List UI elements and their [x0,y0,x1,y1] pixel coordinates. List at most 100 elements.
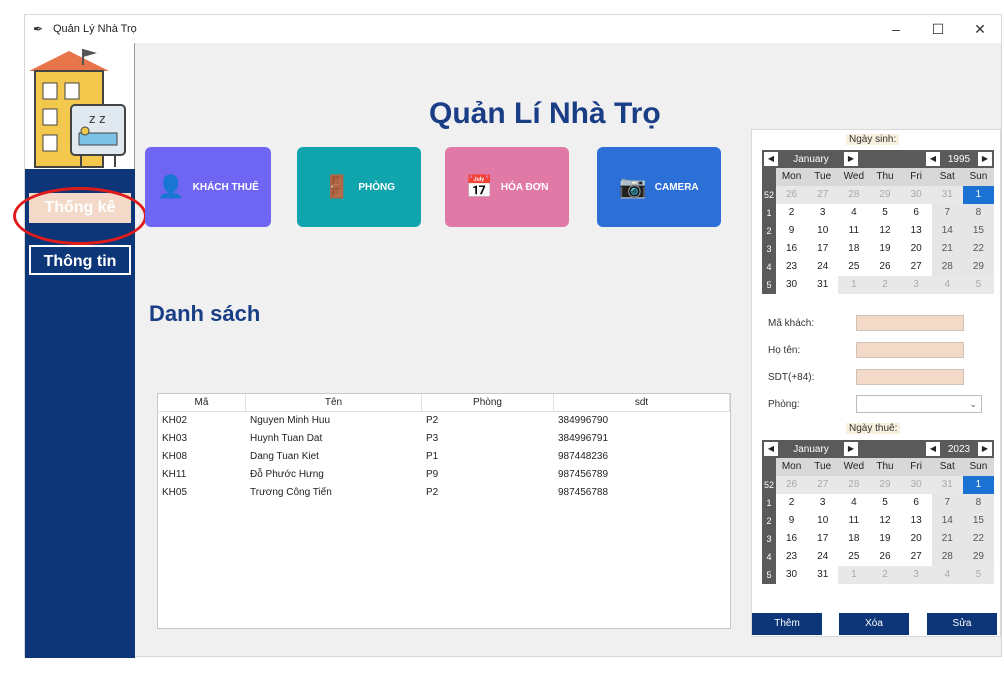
calendar-day[interactable]: 18 [838,240,870,258]
calendar-day[interactable]: 28 [931,548,963,566]
calendar-day[interactable]: 27 [807,186,839,204]
calendar-day[interactable]: 30 [900,186,932,204]
calendar-day[interactable]: 16 [776,240,808,258]
calendar-day[interactable]: 19 [869,240,901,258]
calendar-day[interactable]: 8 [962,494,994,512]
calendar-day[interactable]: 30 [776,276,808,294]
calendar-day[interactable]: 9 [776,512,808,530]
next-month-button[interactable]: ▶ [844,152,858,166]
calendar-day[interactable]: 4 [931,566,963,584]
guest-id-input[interactable] [856,315,964,331]
calendar-day[interactable]: 29 [962,258,994,276]
calendar-day[interactable]: 16 [776,530,808,548]
birth-date-calendar[interactable]: ◀ January ▶ ◀ 1995 ▶ Mon Tue Wed Thu Fri Sat S… [762,150,994,294]
calendar-day[interactable]: 29 [869,186,901,204]
calendar-day[interactable]: 28 [931,258,963,276]
calendar-day[interactable]: 20 [900,240,932,258]
close-button[interactable]: ✕ [959,15,1001,43]
calendar-day[interactable]: 2 [869,566,901,584]
calendar-day[interactable]: 18 [838,530,870,548]
minimize-button[interactable]: – [875,15,917,43]
calendar-day[interactable]: 2 [776,494,808,512]
calendar-day[interactable]: 29 [869,476,901,494]
info-button[interactable]: Thông tin [29,245,131,275]
calendar-day[interactable]: 17 [807,240,839,258]
calendar-day[interactable]: 31 [807,276,839,294]
add-button[interactable]: Thêm [752,613,822,635]
delete-button[interactable]: Xóa [839,613,909,635]
table-row[interactable]: KH11 Đỗ Phước Hưng P9 987456789 [158,466,730,484]
calendar-day[interactable]: 14 [931,512,963,530]
calendar-day[interactable]: 4 [931,276,963,294]
calendar-day[interactable]: 23 [776,548,808,566]
calendar-day[interactable]: 7 [931,204,963,222]
calendar-day[interactable]: 13 [900,512,932,530]
calendar-day[interactable]: 1 [838,276,870,294]
calendar-day[interactable]: 11 [838,512,870,530]
next-year-button[interactable]: ▶ [978,152,992,166]
calendar-day[interactable]: 4 [838,494,870,512]
calendar-day[interactable]: 19 [869,530,901,548]
calendar-day[interactable]: 17 [807,530,839,548]
calendar-day[interactable]: 25 [838,258,870,276]
calendar-day[interactable]: 26 [776,476,808,494]
guests-card-button[interactable]: 👤 KHÁCH THUÊ [145,147,271,227]
calendar-day[interactable]: 12 [869,512,901,530]
column-header[interactable]: Mã [158,394,246,411]
calendar-day[interactable]: 20 [900,530,932,548]
next-month-button[interactable]: ▶ [844,442,858,456]
calendar-day[interactable]: 5 [962,276,994,294]
table-row[interactable]: KH02 Nguyen Minh Huu P2 384996790 [158,412,730,430]
camera-card-button[interactable]: 📷 CAMERA [597,147,721,227]
table-row[interactable]: KH05 Trương Công Tiến P2 987456788 [158,484,730,502]
prev-year-button[interactable]: ◀ [926,442,940,456]
guest-table[interactable]: Mã Tên Phòng sdt KH02 Nguyen Minh Huu P2… [157,393,731,629]
calendar-day[interactable]: 2 [776,204,808,222]
prev-year-button[interactable]: ◀ [926,152,940,166]
calendar-day[interactable]: 26 [869,258,901,276]
calendar-day[interactable]: 22 [962,530,994,548]
calendar-day[interactable]: 30 [776,566,808,584]
table-row[interactable]: KH08 Dang Tuan Kiet P1 987448236 [158,448,730,466]
calendar-day[interactable]: 2 [869,276,901,294]
prev-month-button[interactable]: ◀ [764,442,778,456]
calendar-day[interactable]: 14 [931,222,963,240]
calendar-day[interactable]: 29 [962,548,994,566]
calendar-day[interactable]: 25 [838,548,870,566]
invoices-card-button[interactable]: 📅 HÓA ĐƠN [445,147,569,227]
column-header[interactable]: Phòng [422,394,554,411]
calendar-day[interactable]: 28 [838,476,870,494]
prev-month-button[interactable]: ◀ [764,152,778,166]
next-year-button[interactable]: ▶ [978,442,992,456]
calendar-day[interactable]: 26 [869,548,901,566]
calendar-day[interactable]: 5 [962,566,994,584]
phone-input[interactable] [856,369,964,385]
calendar-day[interactable]: 23 [776,258,808,276]
calendar-day[interactable]: 12 [869,222,901,240]
calendar-day[interactable]: 21 [931,240,963,258]
calendar-day[interactable]: 7 [931,494,963,512]
full-name-input[interactable] [856,342,964,358]
calendar-day[interactable]: 24 [807,258,839,276]
calendar-day[interactable]: 6 [900,494,932,512]
calendar-day[interactable]: 3 [900,566,932,584]
calendar-day[interactable]: 31 [807,566,839,584]
table-row[interactable]: KH03 Huynh Tuan Dat P3 384996791 [158,430,730,448]
calendar-day[interactable]: 4 [838,204,870,222]
calendar-day[interactable]: 27 [807,476,839,494]
calendar-day[interactable]: 8 [962,204,994,222]
calendar-day[interactable]: 30 [900,476,932,494]
calendar-day[interactable]: 9 [776,222,808,240]
calendar-day[interactable]: 27 [900,548,932,566]
rent-date-calendar[interactable]: ◀ January ▶ ◀ 2023 ▶ Mon Tue Wed Thu Fri Sat S… [762,440,994,584]
calendar-day[interactable]: 1 [838,566,870,584]
column-header[interactable]: Tên [246,394,422,411]
column-header[interactable]: sdt [554,394,730,411]
calendar-day[interactable]: 13 [900,222,932,240]
calendar-day[interactable]: 26 [776,186,808,204]
calendar-day[interactable]: 27 [900,258,932,276]
calendar-day[interactable]: 5 [869,204,901,222]
calendar-day[interactable]: 28 [838,186,870,204]
calendar-day[interactable]: 15 [962,222,994,240]
calendar-day[interactable]: 10 [807,512,839,530]
